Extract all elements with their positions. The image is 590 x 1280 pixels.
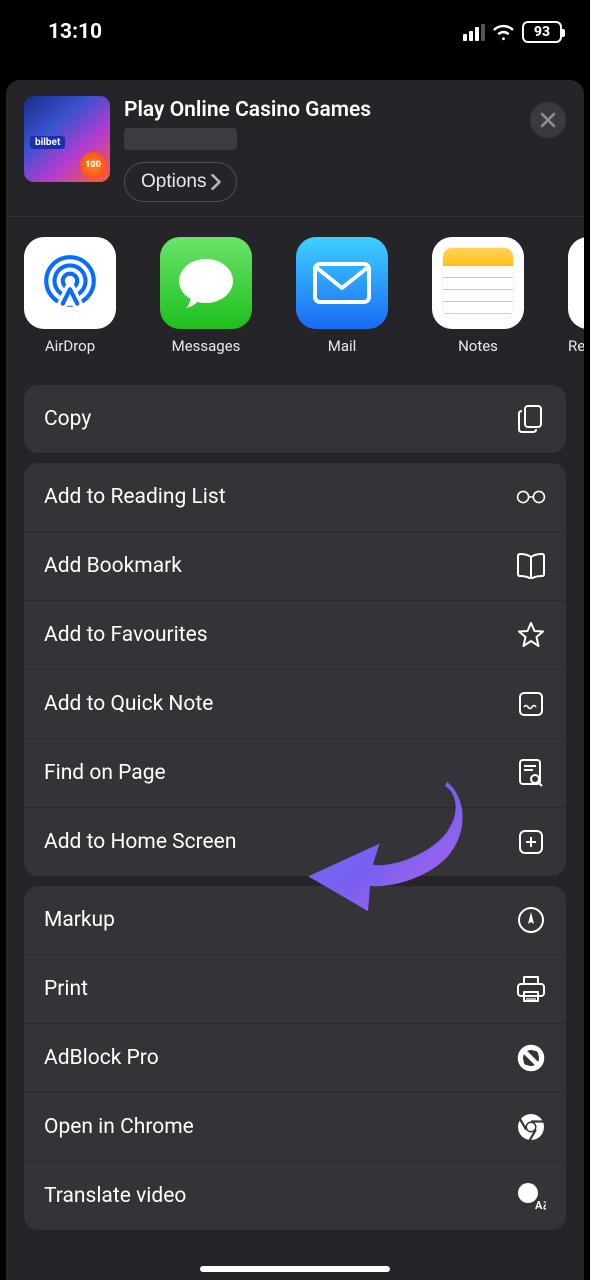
cellular-icon (463, 24, 485, 41)
action-quick-note[interactable]: Add to Quick Note (24, 669, 566, 738)
action-translate[interactable]: Translate video Aあ (24, 1161, 566, 1230)
chrome-icon (516, 1112, 546, 1142)
status-bar: 13:10 93 (0, 0, 590, 58)
print-icon (516, 974, 546, 1004)
options-label: Options (141, 171, 206, 193)
translate-label: Translate video (44, 1184, 186, 1208)
close-icon (540, 112, 556, 128)
chrome-label: Open in Chrome (44, 1115, 194, 1139)
quick-note-icon (516, 689, 546, 719)
copy-label: Copy (44, 407, 91, 431)
close-button[interactable] (530, 102, 566, 138)
share-header: bilbet 100 Play Online Casino Games Opti… (6, 80, 584, 216)
action-home-screen[interactable]: Add to Home Screen (24, 807, 566, 876)
action-reading-list[interactable]: Add to Reading List (24, 463, 566, 531)
battery-indicator: 93 (522, 21, 562, 43)
options-button[interactable]: Options (124, 162, 237, 202)
book-icon (516, 551, 546, 581)
action-print[interactable]: Print (24, 954, 566, 1023)
status-time: 13:10 (48, 20, 102, 44)
reminders-label: Rem (568, 337, 584, 355)
glasses-icon (516, 482, 546, 512)
share-app-notes[interactable]: Notes (432, 237, 524, 355)
page-url-blurred (124, 128, 237, 150)
airdrop-label: AirDrop (45, 337, 95, 355)
markup-label: Markup (44, 908, 115, 932)
print-label: Print (44, 977, 88, 1001)
plus-square-icon (516, 827, 546, 857)
action-markup[interactable]: Markup (24, 886, 566, 954)
chevron-right-icon (210, 174, 222, 190)
notes-icon (432, 237, 524, 329)
status-right: 93 (463, 21, 562, 43)
action-group-copy: Copy (24, 385, 566, 453)
mail-label: Mail (328, 337, 357, 355)
action-copy[interactable]: Copy (24, 385, 566, 453)
notes-label: Notes (458, 337, 498, 355)
action-bookmark[interactable]: Add Bookmark (24, 531, 566, 600)
find-label: Find on Page (44, 761, 166, 785)
messages-icon (160, 237, 252, 329)
reading-list-label: Add to Reading List (44, 485, 226, 509)
action-group-more: Markup Print AdBlock Pro Open in Chrome (24, 886, 566, 1230)
share-header-text: Play Online Casino Games Options (124, 96, 371, 202)
share-sheet: bilbet 100 Play Online Casino Games Opti… (6, 80, 584, 1280)
share-app-messages[interactable]: Messages (160, 237, 252, 355)
share-apps-row[interactable]: AirDrop Messages Mail Notes (6, 216, 584, 375)
star-icon (516, 620, 546, 650)
action-group-bookmarks: Add to Reading List Add Bookmark Add to … (24, 463, 566, 876)
share-app-airdrop[interactable]: AirDrop (24, 237, 116, 355)
quick-note-label: Add to Quick Note (44, 692, 213, 716)
svg-text:Aあ: Aあ (535, 1199, 546, 1211)
translate-icon: Aあ (516, 1181, 546, 1211)
adblock-label: AdBlock Pro (44, 1046, 159, 1070)
home-indicator[interactable] (200, 1266, 390, 1272)
action-favourites[interactable]: Add to Favourites (24, 600, 566, 669)
thumb-chip: 100 (80, 152, 106, 178)
page-thumbnail: bilbet 100 (24, 96, 110, 182)
bookmark-label: Add Bookmark (44, 554, 182, 578)
reminders-icon (568, 237, 584, 329)
mail-icon (296, 237, 388, 329)
share-app-mail[interactable]: Mail (296, 237, 388, 355)
airdrop-icon (24, 237, 116, 329)
home-screen-label: Add to Home Screen (44, 830, 236, 854)
favourites-label: Add to Favourites (44, 623, 208, 647)
action-find[interactable]: Find on Page (24, 738, 566, 807)
block-icon (516, 1043, 546, 1073)
action-adblock[interactable]: AdBlock Pro (24, 1023, 566, 1092)
action-chrome[interactable]: Open in Chrome (24, 1092, 566, 1161)
markup-icon (516, 905, 546, 935)
thumb-logo: bilbet (30, 136, 65, 149)
share-app-reminders[interactable]: Rem (568, 237, 584, 355)
wifi-icon (492, 23, 515, 41)
page-title: Play Online Casino Games (124, 98, 371, 122)
messages-label: Messages (172, 337, 241, 355)
find-icon (516, 758, 546, 788)
copy-icon (516, 404, 546, 434)
